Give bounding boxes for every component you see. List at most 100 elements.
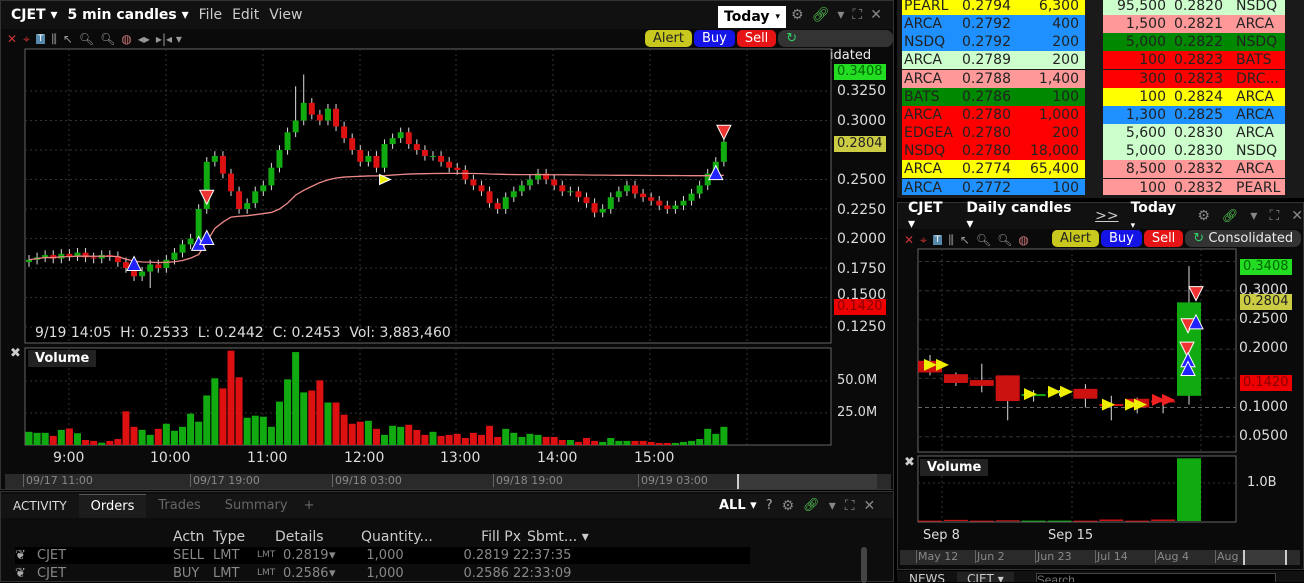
volume-bar [720, 426, 728, 445]
volume-bar [356, 421, 364, 445]
order-action: SELL [173, 548, 204, 563]
candle [389, 138, 396, 145]
candle [316, 114, 323, 121]
col-submitted-label: Sbmt... [527, 529, 578, 545]
tab-news[interactable]: NEWS [897, 572, 957, 583]
add-tab-button[interactable]: + [300, 494, 319, 518]
volume-bar [195, 421, 203, 445]
candle [276, 150, 283, 168]
candle [462, 170, 469, 180]
volume-bar [413, 429, 421, 445]
candle [292, 120, 299, 133]
volume-bar [679, 441, 687, 445]
volume-bar [591, 440, 599, 445]
link-icon[interactable]: 🔗︎ [803, 498, 820, 514]
high-price-label: 0.3408 [834, 64, 886, 80]
candle [502, 197, 509, 209]
candle [413, 144, 420, 150]
filter-label: ALL [719, 498, 746, 513]
col-quantity[interactable]: Quantity... [361, 529, 461, 546]
volume-close-icon[interactable]: ✖ [10, 346, 21, 361]
time-label: 12:00 [344, 450, 385, 466]
daily-candle [995, 375, 1020, 402]
order-row[interactable]: ❦ CJET BUY LMT LMT 0.2586 ▾ 1,000 0.2586 22:33:09 [15, 565, 750, 582]
candle [623, 185, 630, 192]
volume-bar [461, 437, 469, 445]
volume-bar [429, 431, 437, 445]
time-label: 13:00 [440, 450, 481, 466]
volume-bar [267, 426, 275, 445]
volume-bar [235, 377, 243, 445]
scrollbar-thumb[interactable] [1243, 550, 1287, 565]
candle [219, 155, 226, 174]
candle [607, 197, 614, 209]
candle [664, 205, 671, 209]
scroll-time-label: 09/19 03:00 [638, 474, 708, 487]
col-details[interactable]: Details [275, 529, 361, 546]
daily-volume-bar [1021, 520, 1046, 522]
candle [526, 179, 533, 186]
volume-bar [445, 434, 453, 445]
candle [575, 191, 582, 198]
tab-summary[interactable]: Summary [213, 494, 300, 518]
volume-bar [364, 420, 372, 445]
order-details-type: LMT [257, 568, 276, 578]
tab-orders[interactable]: Orders [78, 494, 147, 518]
volume-bar [655, 442, 663, 445]
help-icon[interactable]: ? [766, 498, 773, 514]
tab-cjet[interactable]: CJET ▾ [957, 571, 1014, 582]
candle [430, 155, 436, 157]
volume-bar [187, 413, 195, 445]
candle [349, 138, 356, 150]
search-input[interactable] [1035, 572, 1276, 582]
volume-bar [704, 428, 712, 445]
price-tick: 0.1250 [837, 319, 886, 335]
order-row[interactable]: ❦ CJET SELL LMT LMT 0.2819 ▾ 1,000 0.2819 22:37:3… [15, 547, 750, 564]
orders-scrollbar[interactable] [861, 547, 867, 583]
modify-order-dropdown-icon[interactable]: ▾ [329, 547, 345, 564]
volume-bar [292, 352, 300, 445]
col-fill-px[interactable]: Fill Px [461, 529, 521, 546]
maximize-icon[interactable]: ⛶ [845, 498, 855, 514]
intraday-chart-canvas[interactable] [1, 1, 895, 491]
time-scrollbar[interactable]: 09/17 11:00 09/17 19:00 09/18 03:00 09/18 1… [5, 474, 891, 489]
candle [680, 200, 687, 206]
daily-candle [969, 380, 994, 386]
daily-time-scrollbar[interactable]: May 12 Jun 2 Jun 23 Jul 14 Aug 4 Aug 25 [900, 550, 1300, 565]
candle [90, 257, 97, 259]
modify-order-dropdown-icon[interactable]: ▾ [329, 565, 345, 582]
time-label: 15:00 [634, 450, 675, 466]
volume-bar [275, 401, 283, 445]
gear-icon[interactable]: ⚙ [782, 498, 795, 514]
volume-bar [114, 438, 122, 445]
volume-bar [219, 388, 227, 445]
time-label: 14:00 [537, 450, 578, 466]
col-submitted[interactable]: Sbmt... ▾ [521, 529, 601, 546]
daily-volume-close-icon[interactable]: ✖ [904, 455, 915, 470]
candle [365, 155, 372, 162]
daily-high-price-label: 0.3408 [1240, 259, 1292, 275]
daily-candle [1073, 388, 1098, 399]
candle [228, 173, 234, 192]
close-icon[interactable]: ✕ [864, 498, 876, 514]
candle [122, 262, 129, 268]
col-type[interactable]: Type [213, 529, 275, 546]
volume-bar [510, 432, 518, 445]
volume-tick-25m: 25.0M [837, 405, 878, 420]
candle [486, 191, 493, 204]
volume-bar [146, 434, 154, 445]
price-plot-area [24, 48, 832, 344]
volume-bar [324, 402, 332, 445]
tab-trades[interactable]: Trades [146, 494, 212, 518]
scrollbar-thumb[interactable] [737, 474, 877, 489]
volume-bar [227, 350, 235, 445]
filter-selector[interactable]: ALL ▾ [719, 498, 757, 514]
candle [163, 259, 170, 268]
volume-tick-50m: 50.0M [837, 373, 878, 388]
order-quantity: 1,000 [366, 566, 404, 581]
daily-volume-bar [918, 520, 942, 522]
candle [308, 102, 315, 115]
col-action[interactable]: Actn [173, 529, 213, 546]
chevron-down-icon[interactable]: ▾ [829, 498, 836, 514]
candle [373, 155, 380, 168]
